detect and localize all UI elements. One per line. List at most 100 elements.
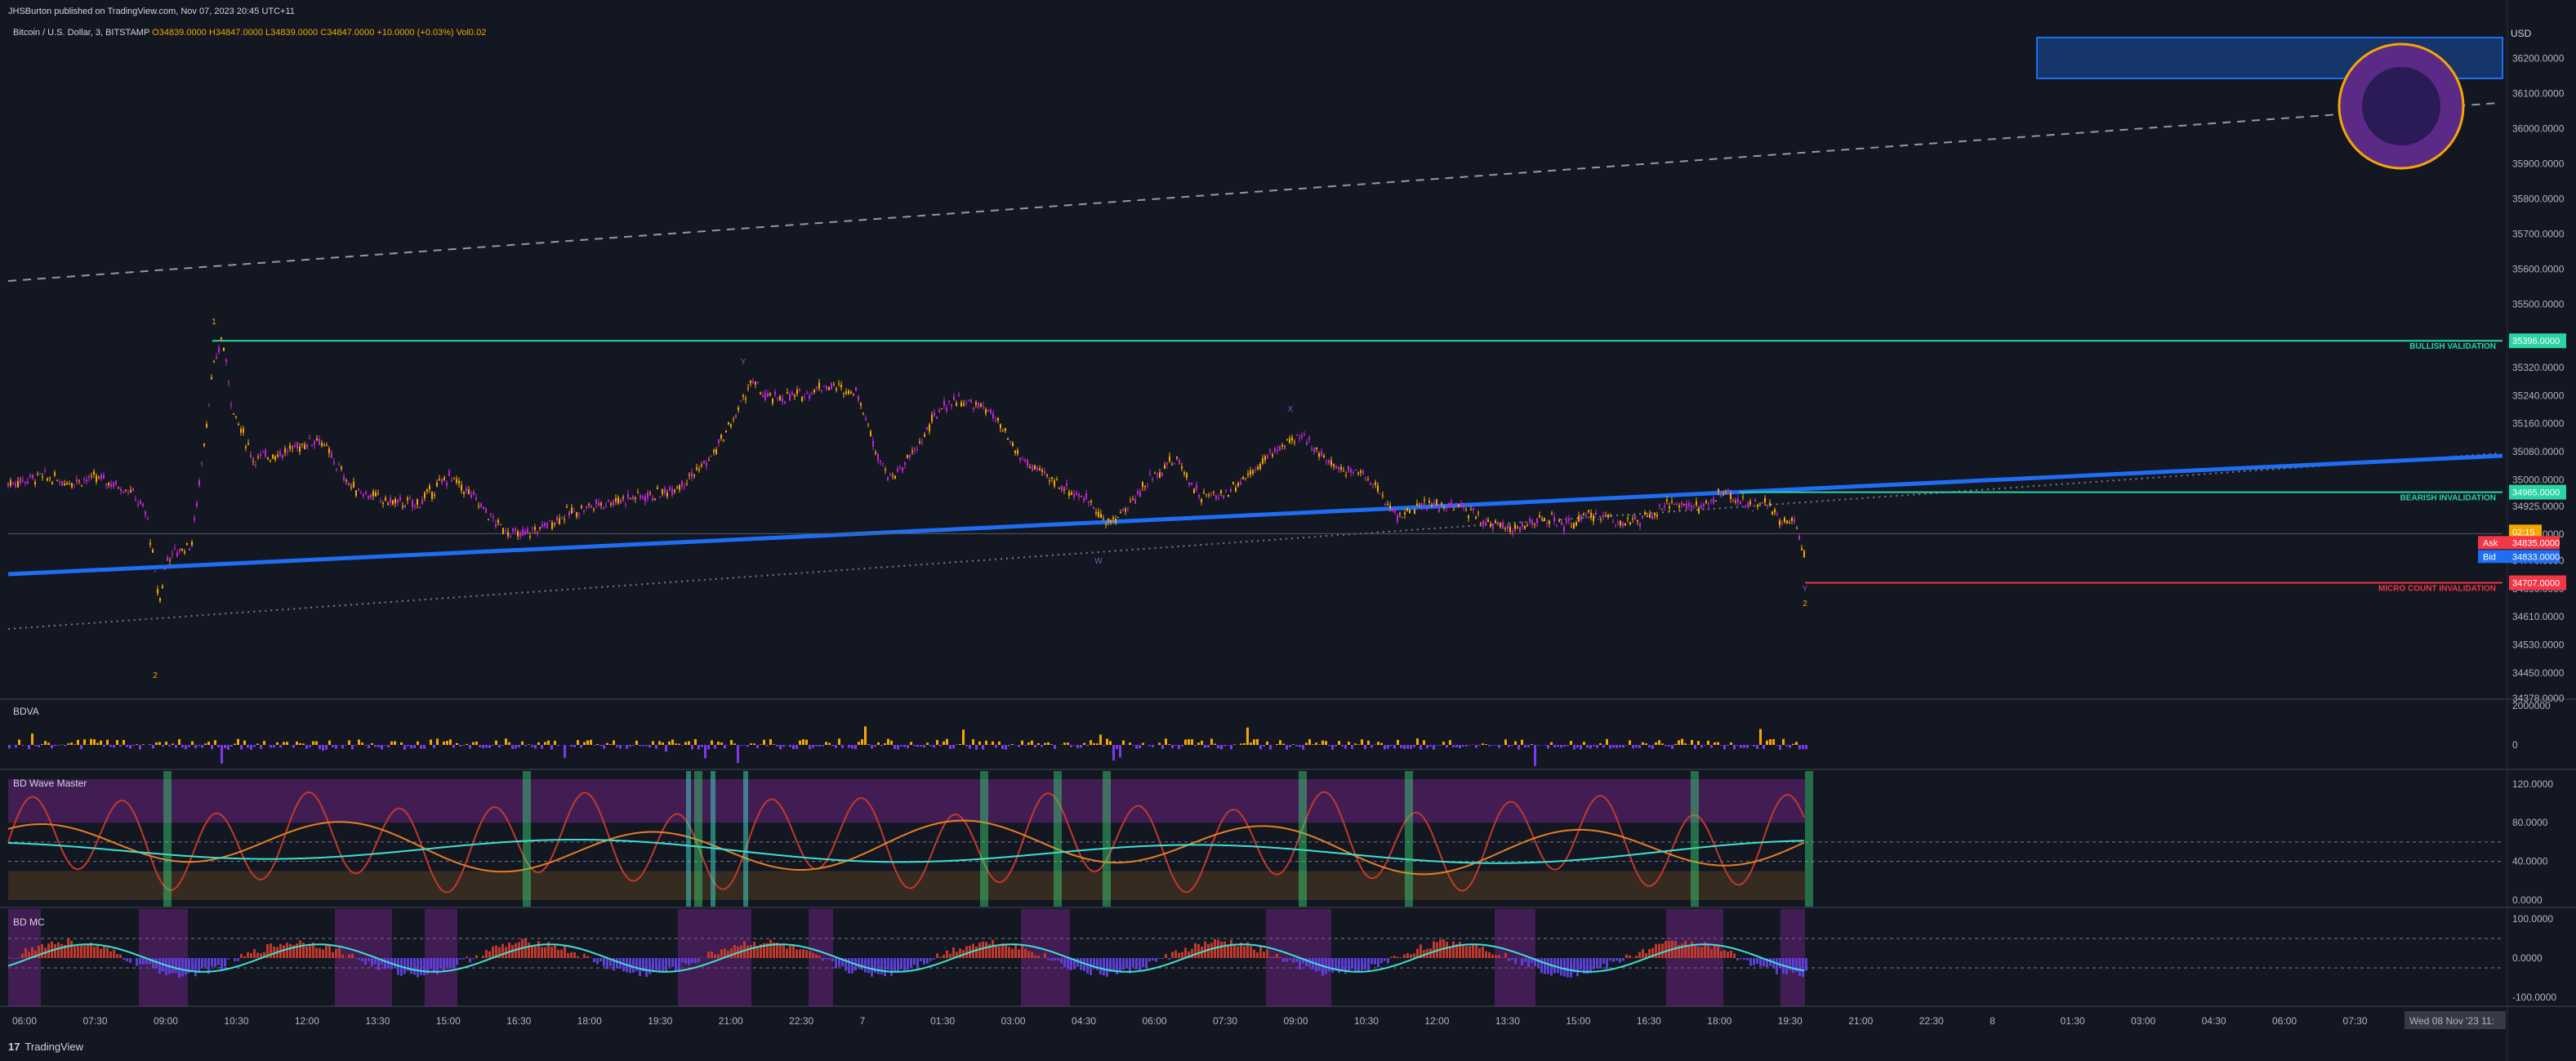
time-tick-label: 09:00 <box>1283 1015 1308 1027</box>
footer-brand[interactable]: 17 TradingView <box>8 1041 83 1053</box>
bdva-bar <box>743 745 746 746</box>
candle-body <box>943 400 945 406</box>
bdva-bar <box>518 745 520 747</box>
mc-bar <box>691 958 693 963</box>
mc-bar <box>67 938 69 958</box>
bdva-bar <box>1354 743 1357 745</box>
candle-body <box>1406 507 1408 511</box>
candle-body <box>627 493 629 498</box>
wave-signal-bar <box>694 771 702 907</box>
candle-body <box>1232 482 1234 484</box>
bdva-bar <box>815 745 818 747</box>
mc-bar <box>221 958 223 970</box>
candle-body <box>608 500 609 502</box>
candle-body <box>1585 515 1587 518</box>
mc-bar <box>18 957 20 958</box>
bdva-bar <box>1034 745 1036 747</box>
bdva-bar <box>57 745 60 746</box>
candle-body <box>98 477 100 479</box>
candle-body <box>1544 518 1545 521</box>
bdva-bar <box>1135 745 1138 749</box>
candle-body <box>272 454 274 459</box>
bdva-bar <box>1782 738 1785 745</box>
mc-bar <box>283 945 285 958</box>
time-tick-label: 13:30 <box>1495 1015 1520 1027</box>
mc-bar <box>1364 958 1366 970</box>
candle-body <box>434 494 435 497</box>
bdva-bar <box>305 745 308 749</box>
bdva-bar <box>982 745 984 750</box>
candle-body <box>1353 471 1354 473</box>
bdva-bar <box>459 745 461 747</box>
candle-body <box>1402 516 1403 518</box>
candle-body <box>1431 505 1433 506</box>
bdva-bar <box>1054 745 1056 749</box>
bdva-bar <box>1367 740 1370 745</box>
candle-body <box>1416 503 1418 506</box>
candle-body <box>174 548 176 550</box>
candle-body <box>448 470 450 476</box>
candle-body <box>1409 510 1411 514</box>
bdva-bar <box>998 741 1001 745</box>
candle-body <box>113 482 114 488</box>
brand-name: TradingView <box>25 1041 84 1053</box>
currency-label[interactable]: USD <box>2511 28 2531 39</box>
candle-body <box>1502 522 1504 529</box>
time-tick-label: 16:30 <box>1637 1015 1661 1027</box>
candle-body <box>10 479 11 486</box>
mc-panel-title[interactable]: BD MC <box>13 916 45 928</box>
chart-canvas[interactable]: BULLISH VALIDATIONBEARISH INVALIDATIONMI… <box>0 0 2576 1061</box>
bdva-panel-title[interactable]: BDVA <box>13 706 39 717</box>
candle-body <box>91 475 92 477</box>
bdva-bar <box>1478 745 1481 747</box>
bdva-bar <box>691 745 693 750</box>
bdva-bar <box>1651 745 1654 749</box>
mc-bar <box>864 958 867 973</box>
bdva-bar <box>1292 744 1295 745</box>
candle-body <box>1171 464 1173 466</box>
bdva-bar <box>688 741 690 745</box>
time-tick-label: 16:30 <box>506 1015 531 1027</box>
candle-body <box>245 446 247 448</box>
mc-bar <box>41 943 43 958</box>
candle-body <box>218 347 220 353</box>
candle-body <box>1784 517 1785 523</box>
mc-bar <box>417 958 419 978</box>
bdva-bar <box>341 745 344 749</box>
symbol-name[interactable]: Bitcoin / U.S. Dollar, 3, BITSTAMP <box>13 28 149 38</box>
bdva-bar <box>1119 745 1121 758</box>
bdva-bar <box>590 739 592 745</box>
bdva-bar <box>642 745 644 747</box>
bdva-bar <box>273 745 275 748</box>
candle-body <box>676 487 678 488</box>
wave-panel-title[interactable]: BD Wave Master <box>13 778 87 789</box>
candle-body <box>951 403 952 407</box>
mc-bar <box>165 958 167 976</box>
mc-bar <box>1560 958 1562 976</box>
mc-bar <box>1459 941 1461 958</box>
candle-body <box>431 492 433 499</box>
mc-bar <box>234 958 236 961</box>
mc-bar <box>113 949 115 958</box>
candle-body <box>377 493 379 495</box>
candle-body <box>1318 452 1320 457</box>
bdva-bar <box>312 741 314 745</box>
bdva-bar <box>315 741 318 745</box>
bdva-bar <box>38 745 40 747</box>
candle-body <box>1708 503 1709 505</box>
mc-bar <box>933 958 935 960</box>
time-tick-label: 07:30 <box>82 1015 107 1027</box>
candle-body <box>517 531 519 537</box>
candle-body <box>1436 499 1437 506</box>
candle-body <box>693 474 695 476</box>
mc-bar <box>949 953 952 958</box>
mc-bar <box>348 954 350 958</box>
candle-body <box>1794 519 1795 523</box>
candle-body <box>546 523 548 528</box>
bdva-bar <box>482 745 484 749</box>
candle-body <box>196 502 198 507</box>
candle-body <box>1022 459 1023 461</box>
candle-body <box>441 479 443 483</box>
candle-body <box>708 460 710 461</box>
candle-body <box>620 499 622 504</box>
